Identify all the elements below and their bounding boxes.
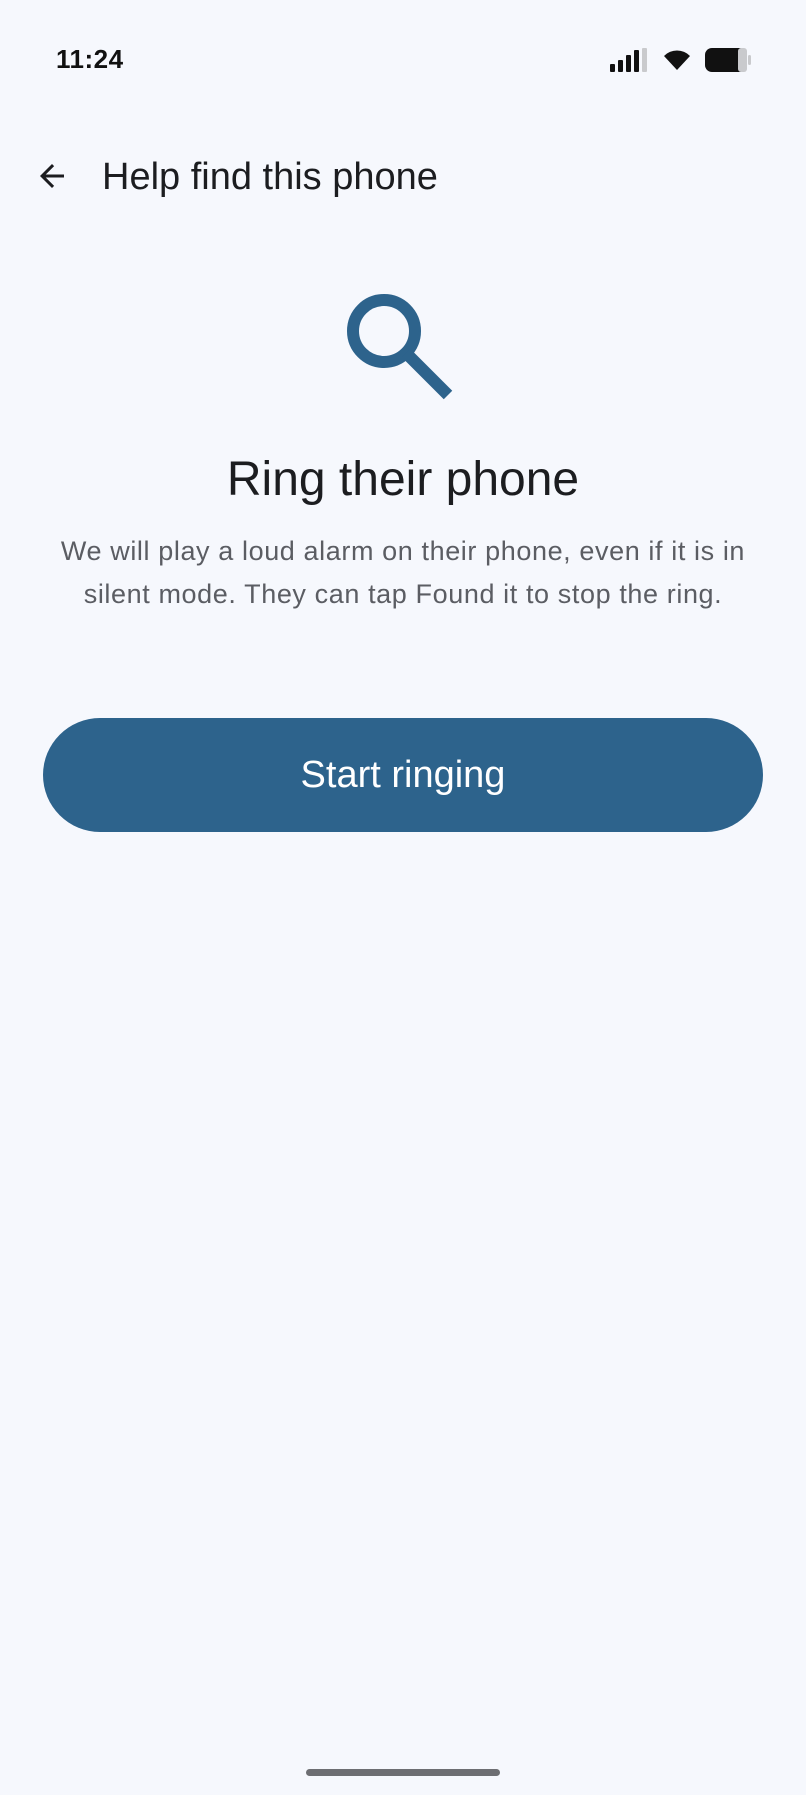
- back-button[interactable]: [22, 148, 82, 208]
- search-icon: [345, 292, 457, 404]
- home-indicator[interactable]: [306, 1769, 500, 1776]
- heading: Ring their phone: [226, 453, 580, 506]
- start-ringing-button[interactable]: Start ringing: [43, 718, 763, 832]
- status-time: 11:24: [56, 44, 124, 74]
- description: We will play a loud alarm on their phone…: [60, 536, 746, 609]
- arrow-back-icon: [34, 158, 70, 199]
- page-title: Help find this phone: [102, 156, 438, 198]
- battery-icon: [704, 47, 752, 73]
- status-bar: 11:24: [0, 0, 806, 120]
- top-app-bar: Help find this phone: [0, 140, 806, 216]
- wifi-icon: [662, 48, 692, 72]
- signal-icon: [610, 48, 650, 72]
- status-icons: [610, 46, 752, 74]
